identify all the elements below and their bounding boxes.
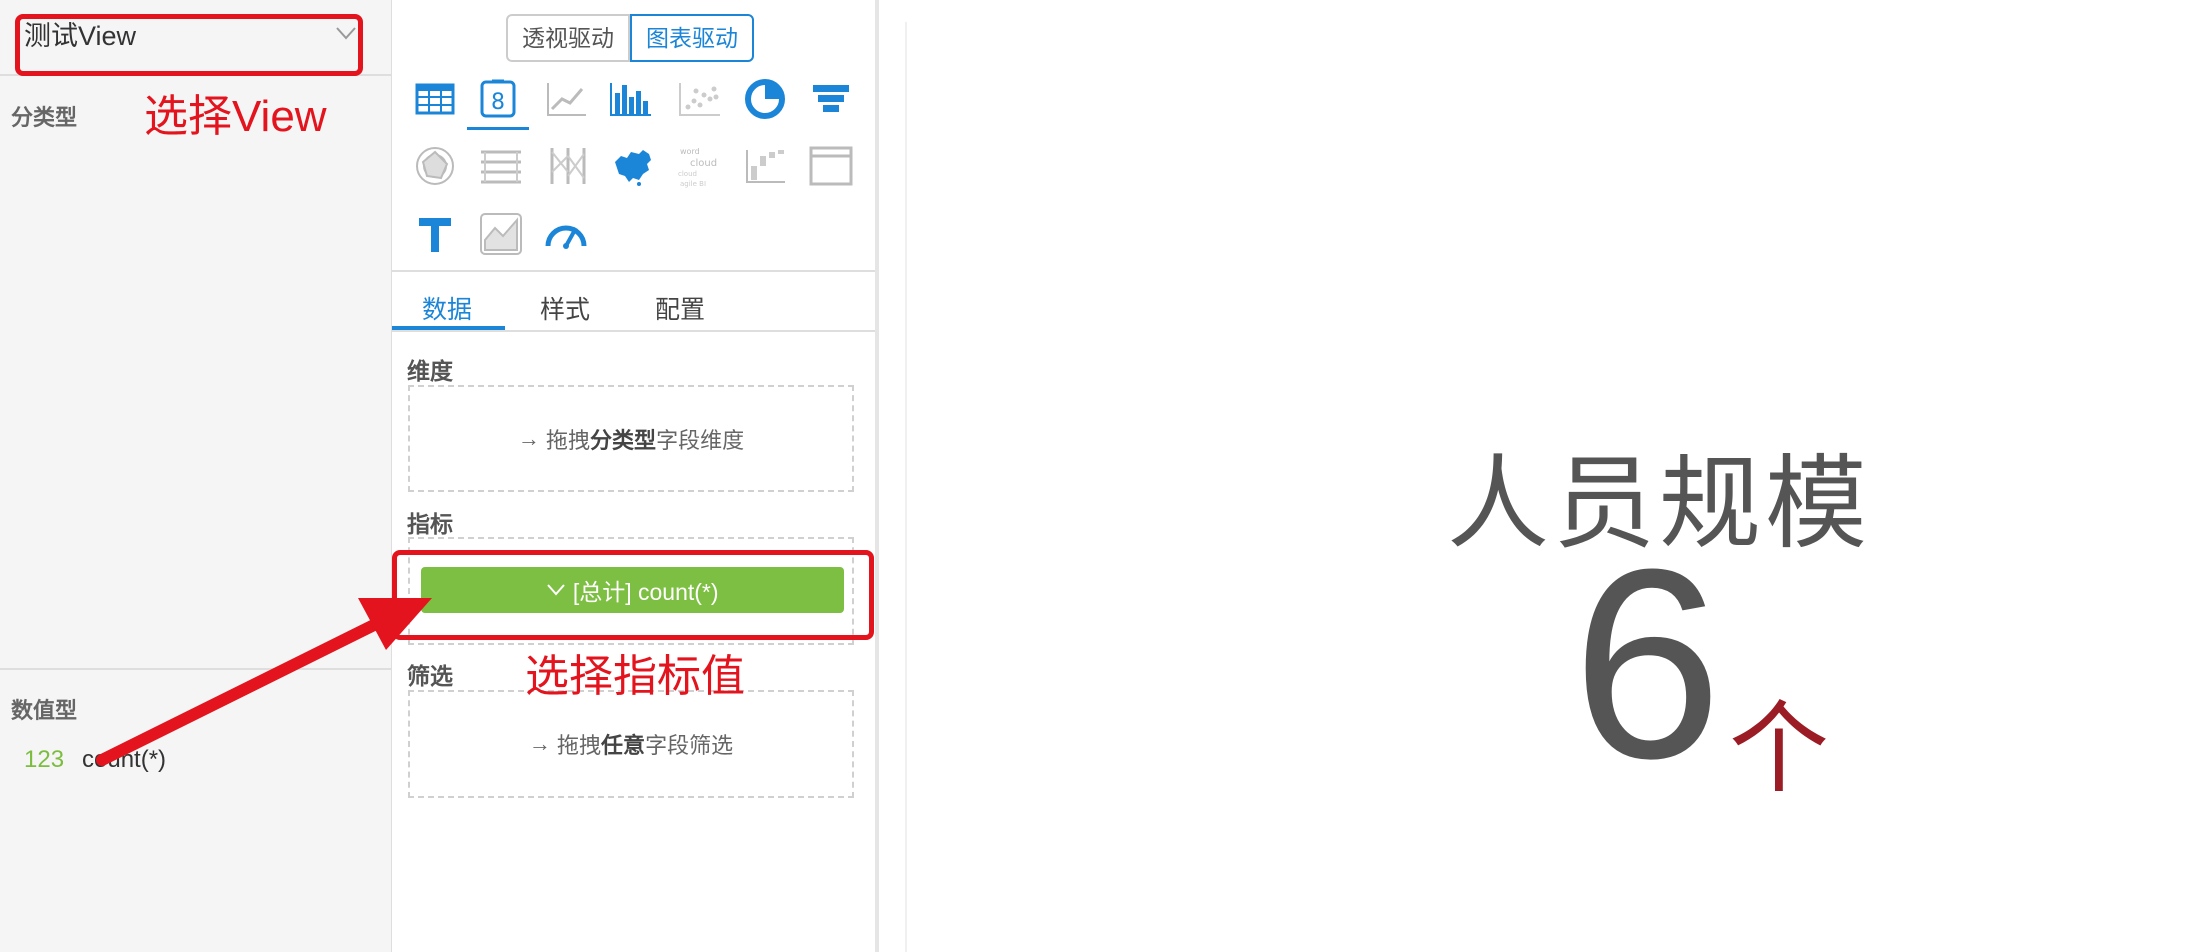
- annotation-arrow: [96, 598, 432, 766]
